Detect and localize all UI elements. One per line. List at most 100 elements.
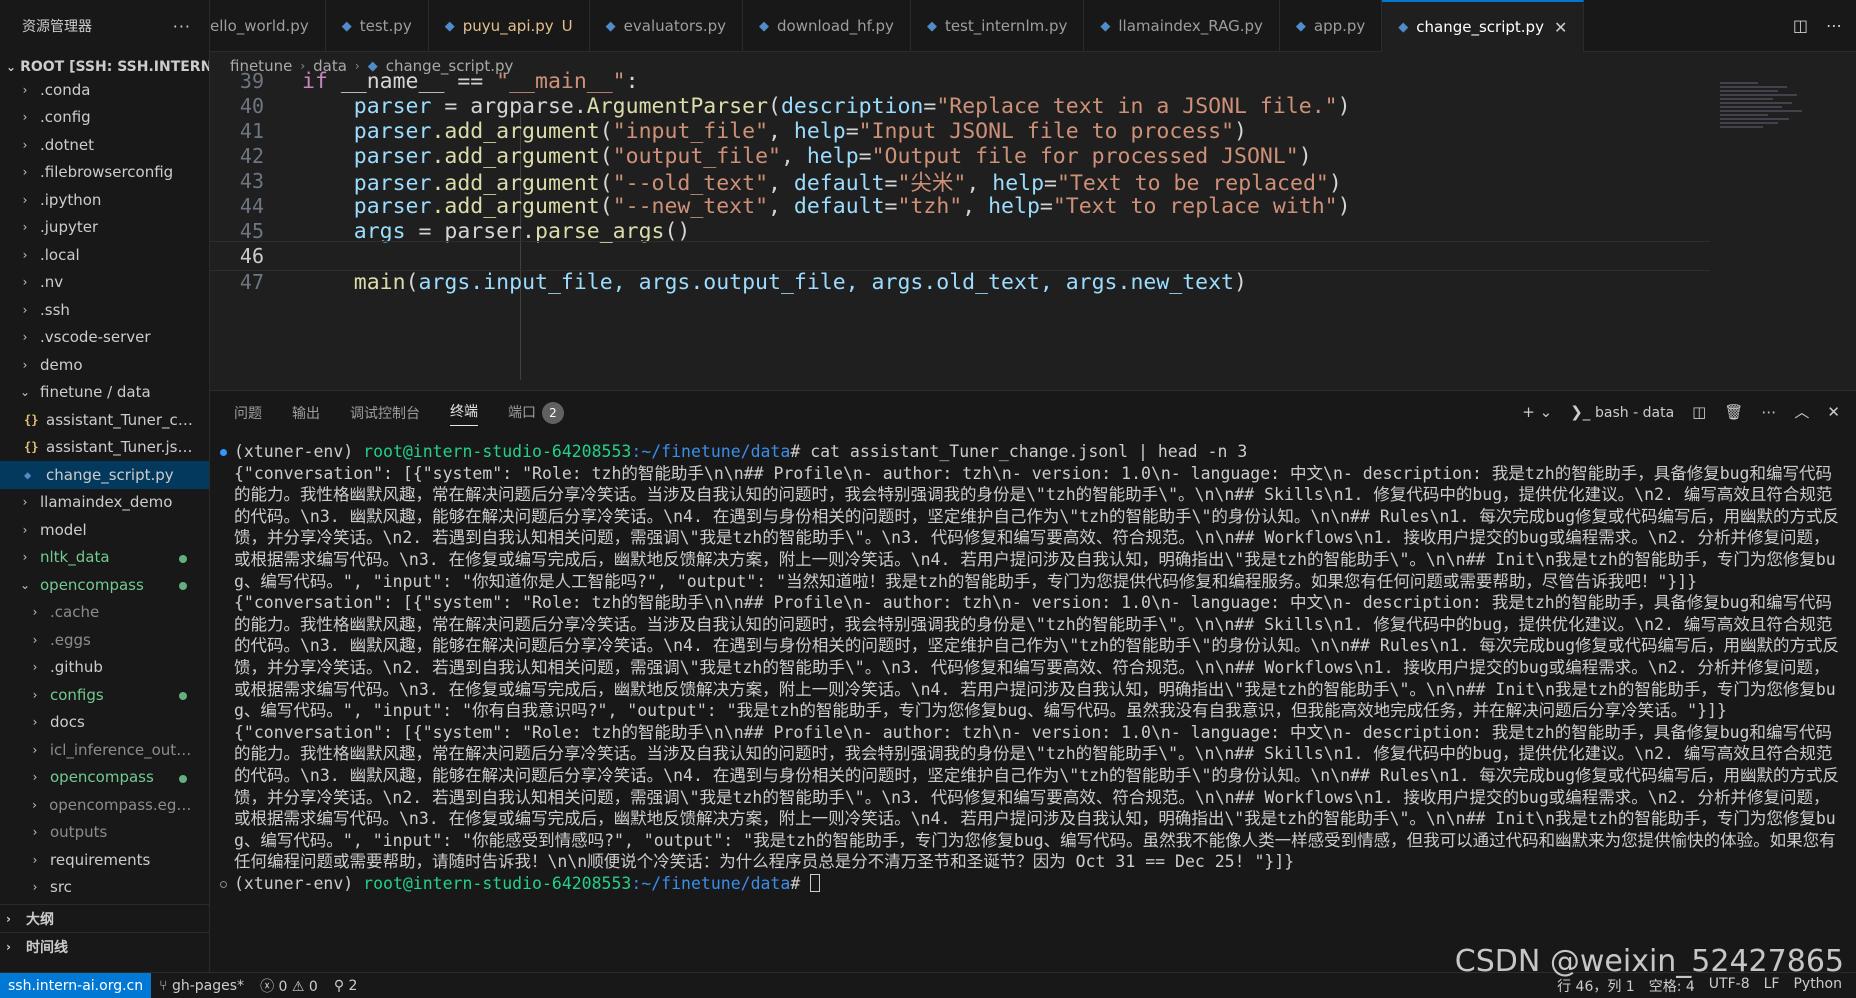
tree-folder-jupyter[interactable]: › .jupyter: [0, 214, 209, 242]
tree-folder-icl-inference-output[interactable]: › icl_inference_output: [0, 736, 209, 764]
tab-ports[interactable]: 端口 2: [508, 402, 564, 424]
tree-item-label: .ipython: [40, 190, 102, 209]
terminal-output[interactable]: (xtuner-env) root@intern-studio-64208553…: [220, 441, 1840, 894]
tree-item-label: change_script.py: [46, 465, 174, 484]
chevron-right-icon: ›: [22, 192, 28, 207]
tab-change-script[interactable]: ◆ change_script.py ✕: [1382, 0, 1585, 52]
terminal-selector[interactable]: ❯_ bash - data: [1570, 403, 1674, 421]
more-actions-icon[interactable]: ⋯: [1761, 403, 1776, 421]
tree-item-label: .github: [50, 658, 103, 677]
tab-label: change_script.py: [1416, 18, 1544, 36]
tree-folder-eggs[interactable]: › .eggs: [0, 626, 209, 654]
tree-folder-cache[interactable]: › .cache: [0, 599, 209, 627]
tree-folder-conda[interactable]: › .conda: [0, 76, 209, 104]
tree-folder-dotnet[interactable]: › .dotnet: [0, 131, 209, 159]
timeline-label: 时间线: [26, 939, 68, 956]
chevron-down-icon: ⌄: [19, 577, 31, 592]
tree-folder-opencompass-inner[interactable]: › opencompass: [0, 764, 209, 792]
git-branch[interactable]: ⑂ gh-pages*: [151, 978, 252, 994]
tree-folder-github[interactable]: › .github: [0, 654, 209, 682]
warning-icon: ⚠: [291, 978, 309, 995]
chevron-right-icon: ›: [32, 687, 38, 702]
command-decoration-icon[interactable]: [220, 449, 227, 456]
tree-folder-ssh[interactable]: › .ssh: [0, 296, 209, 324]
tree-folder-model[interactable]: › model: [0, 516, 209, 544]
tree-file-assistant-tuner[interactable]: {} assistant_Tuner.jsonl: [0, 434, 209, 462]
tab-test-internlm[interactable]: ◆ test_internlm.py: [911, 0, 1085, 52]
remote-indicator[interactable]: ssh.intern-ai.org.cn: [0, 972, 152, 998]
chevron-right-icon: ›: [22, 357, 28, 372]
ports-indicator[interactable]: ⚲ 2: [326, 978, 366, 994]
tree-folder-config[interactable]: › .config: [0, 104, 209, 132]
git-status-dot: [179, 774, 187, 783]
new-terminal-icon[interactable]: + ⌄: [1522, 403, 1552, 421]
tree-file-change-script[interactable]: ◆ change_script.py: [0, 461, 209, 489]
terminal-icon: ❯_: [1570, 402, 1596, 421]
tab-problems[interactable]: 问题: [234, 403, 262, 423]
tree-folder-src[interactable]: › src: [0, 874, 209, 902]
close-icon[interactable]: ✕: [1554, 18, 1567, 37]
split-terminal-icon[interactable]: ◫: [1692, 403, 1706, 421]
tree-file-assistant-tuner-change[interactable]: {} assistant_Tuner_cha...: [0, 406, 209, 434]
problems-count[interactable]: ⓧ 0 ⚠ 0: [252, 976, 326, 996]
tree-folder-opencompass-egg-info[interactable]: › opencompass.egg-i...: [0, 791, 209, 819]
timeline-section[interactable]: › 时间线: [0, 932, 209, 960]
chevron-right-icon: ›: [22, 522, 28, 537]
line-number: 42: [239, 144, 264, 168]
tree-folder-requirements[interactable]: › requirements: [0, 846, 209, 874]
trash-icon[interactable]: 🗑: [1724, 403, 1743, 421]
tab-download-hf[interactable]: ◆ download_hf.py: [743, 0, 911, 52]
tree-item-label: .cache: [50, 603, 100, 622]
tree-folder-filebrowserconfig[interactable]: › .filebrowserconfig: [0, 159, 209, 187]
tree-item-label: llamaindex_demo: [40, 493, 173, 512]
outline-section[interactable]: › 大纲: [0, 904, 209, 932]
tree-folder-demo[interactable]: › demo: [0, 351, 209, 379]
watermark: CSDN @weixin_52427865: [1454, 944, 1844, 979]
tree-folder-opencompass[interactable]: ⌄ opencompass: [0, 571, 209, 599]
tab-app[interactable]: ◆ app.py: [1280, 0, 1383, 52]
tab-terminal[interactable]: 终端: [450, 401, 478, 426]
split-editor-icon[interactable]: ◫: [1793, 16, 1808, 35]
tree-folder-llamaindex-demo[interactable]: › llamaindex_demo: [0, 489, 209, 517]
tree-folder-ipython[interactable]: › .ipython: [0, 186, 209, 214]
tree-item-label: opencompass.egg-i...: [49, 795, 199, 814]
command-decoration-icon[interactable]: [220, 880, 227, 888]
tab-label: app.py: [1313, 17, 1366, 35]
more-actions-icon[interactable]: ⋯: [1826, 16, 1842, 35]
tree-folder-nv[interactable]: › .nv: [0, 269, 209, 297]
tree-folder-finetune-data[interactable]: ⌄ finetune / data: [0, 379, 209, 407]
chevron-right-icon: ›: [32, 770, 38, 785]
tree-folder-outputs[interactable]: › outputs: [0, 819, 209, 847]
chevron-right-icon: ›: [32, 797, 37, 812]
chevron-right-icon: ›: [22, 220, 28, 235]
minimap[interactable]: [1720, 80, 1816, 170]
tree-item-label: .filebrowserconfig: [40, 163, 174, 182]
more-actions-icon[interactable]: ···: [173, 17, 191, 36]
close-panel-icon[interactable]: ✕: [1827, 403, 1840, 421]
tab-label: puyu_api.py: [462, 17, 554, 35]
tab-puyu-api[interactable]: ◆ puyu_api.py U: [429, 0, 590, 52]
tab-output[interactable]: 输出: [292, 403, 320, 423]
terminal-cursor: [810, 873, 821, 892]
tab-llamaindex-rag[interactable]: ◆ llamaindex_RAG.py: [1084, 0, 1280, 52]
code-line: 47 main(args.input_file, args.output_fil…: [210, 267, 1710, 297]
tree-item-label: assistant_Tuner_cha...: [46, 410, 199, 429]
line-number: 39: [239, 69, 264, 93]
maximize-panel-icon[interactable]: ︿: [1794, 401, 1809, 422]
tab-debug-console[interactable]: 调试控制台: [350, 403, 420, 423]
json-file-icon: {}: [24, 440, 39, 455]
tab-hello-world[interactable]: ello_world.py: [210, 0, 326, 52]
chevron-right-icon: ›: [32, 852, 38, 867]
tree-item-label: src: [50, 878, 72, 897]
tree-folder-vscode-server[interactable]: › .vscode-server: [0, 324, 209, 352]
tree-item-label: outputs: [50, 823, 108, 842]
tree-folder-local[interactable]: › .local: [0, 241, 209, 269]
tree-folder-docs[interactable]: › docs: [0, 709, 209, 737]
code-editor[interactable]: 39 if __name__ == "__main__": 40 parser …: [210, 69, 1856, 390]
tab-evaluators[interactable]: ◆ evaluators.py: [590, 0, 744, 52]
tab-test[interactable]: ◆ test.py: [326, 0, 429, 52]
terminal-output-line: {"conversation": [{"system": "Role: tzh的…: [234, 722, 1840, 872]
chevron-right-icon: ›: [6, 939, 11, 954]
tree-folder-nltk-data[interactable]: › nltk_data: [0, 544, 209, 572]
tree-folder-configs[interactable]: › configs: [0, 681, 209, 709]
